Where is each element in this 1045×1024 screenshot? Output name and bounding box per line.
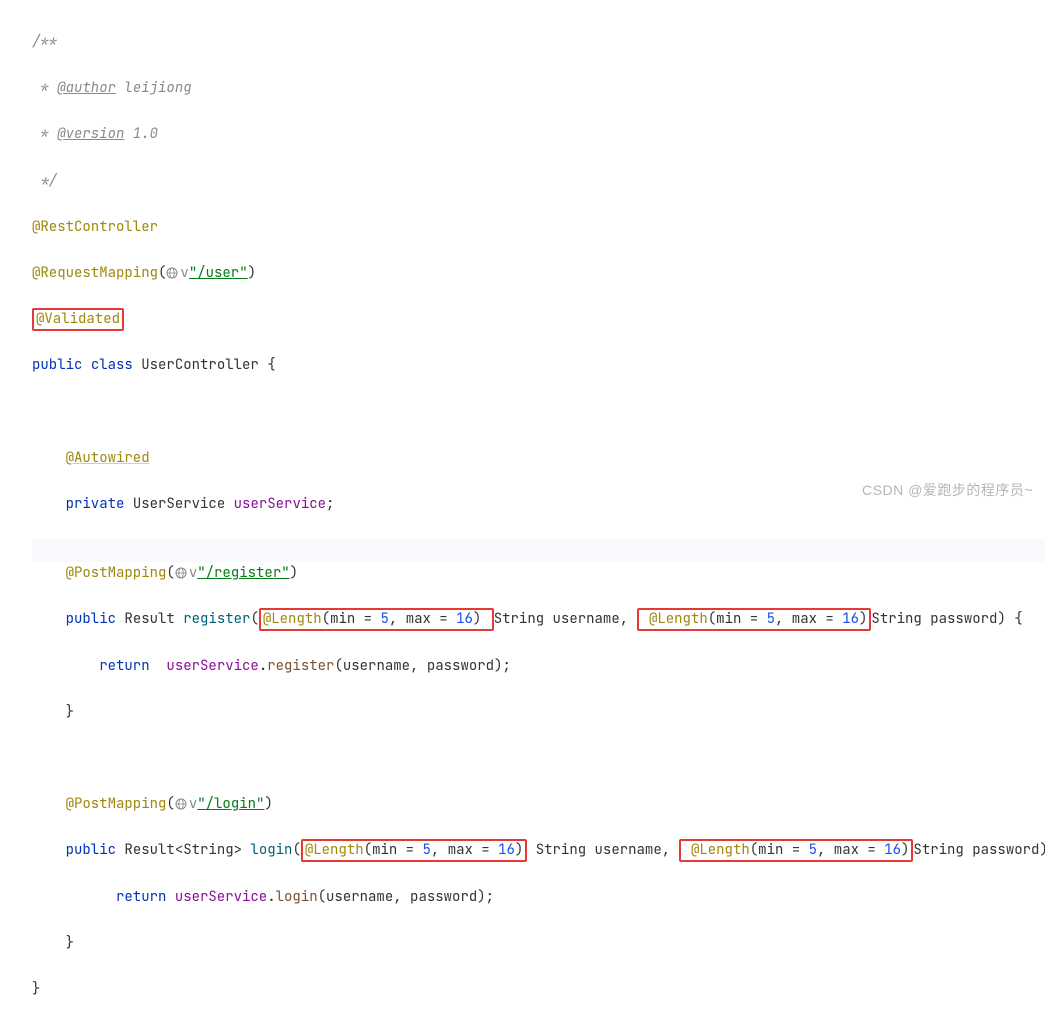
code-line: private UserService userService;	[32, 493, 1045, 516]
code-line: /**	[32, 31, 1045, 54]
comment-close: */	[32, 172, 57, 190]
code-line: @RestController	[32, 216, 1045, 239]
globe-icon	[175, 798, 187, 810]
code-line: }	[32, 701, 1045, 724]
annotation-postmapping: @PostMapping	[66, 564, 167, 582]
code-line: */	[32, 170, 1045, 193]
field-userservice: userService	[234, 495, 326, 513]
code-line: @PostMapping(v"/login")	[32, 793, 1045, 816]
string-login-path: "/login"	[197, 795, 264, 813]
string-register-path: "/register"	[197, 564, 289, 582]
code-editor[interactable]: /** * @author leijiong * @version 1.0 */…	[8, 8, 1045, 1024]
annotation-requestmapping: @RequestMapping	[32, 264, 158, 282]
highlight-box-validated: @Validated	[32, 308, 124, 331]
annotation-restcontroller: @RestController	[32, 218, 158, 236]
globe-icon	[175, 567, 187, 579]
code-line: * @version 1.0	[32, 123, 1045, 146]
code-line: @Validated	[32, 308, 1045, 331]
class-name: UserController	[141, 356, 259, 374]
globe-icon	[166, 267, 178, 279]
code-line	[32, 401, 1045, 424]
code-line: public class UserController {	[32, 354, 1045, 377]
code-line: return userService.login(username, passw…	[32, 886, 1045, 909]
doc-tag-version: @version	[57, 125, 124, 143]
comment-open: /**	[32, 33, 57, 51]
highlight-box-length4: @Length(min = 5, max = 16)	[679, 839, 914, 862]
method-login: login	[250, 841, 292, 859]
code-line: }	[32, 932, 1045, 955]
doc-tag-author: @author	[57, 79, 116, 97]
annotation-postmapping: @PostMapping	[66, 795, 167, 813]
code-line: public Result<String> login(@Length(min …	[32, 839, 1045, 862]
annotation-validated: @Validated	[36, 310, 120, 328]
annotation-autowired: @Autowired	[66, 449, 150, 467]
code-line: @RequestMapping(v"/user")	[32, 262, 1045, 285]
code-line: }	[32, 978, 1045, 1001]
code-line: return userService.register(username, pa…	[32, 655, 1045, 678]
code-line: * @author leijiong	[32, 77, 1045, 100]
code-line	[32, 747, 1045, 770]
code-line-highlighted	[32, 539, 1045, 562]
method-register: register	[183, 610, 250, 628]
string-user-path: "/user"	[189, 264, 248, 282]
code-line: @Autowired	[32, 447, 1045, 470]
code-line: @PostMapping(v"/register")	[32, 562, 1045, 585]
code-line: public Result register(@Length(min = 5, …	[32, 608, 1045, 631]
highlight-box-length1: @Length(min = 5, max = 16)	[259, 608, 494, 631]
highlight-box-length2: @Length(min = 5, max = 16)	[637, 608, 872, 631]
highlight-box-length3: @Length(min = 5, max = 16)	[301, 839, 527, 862]
